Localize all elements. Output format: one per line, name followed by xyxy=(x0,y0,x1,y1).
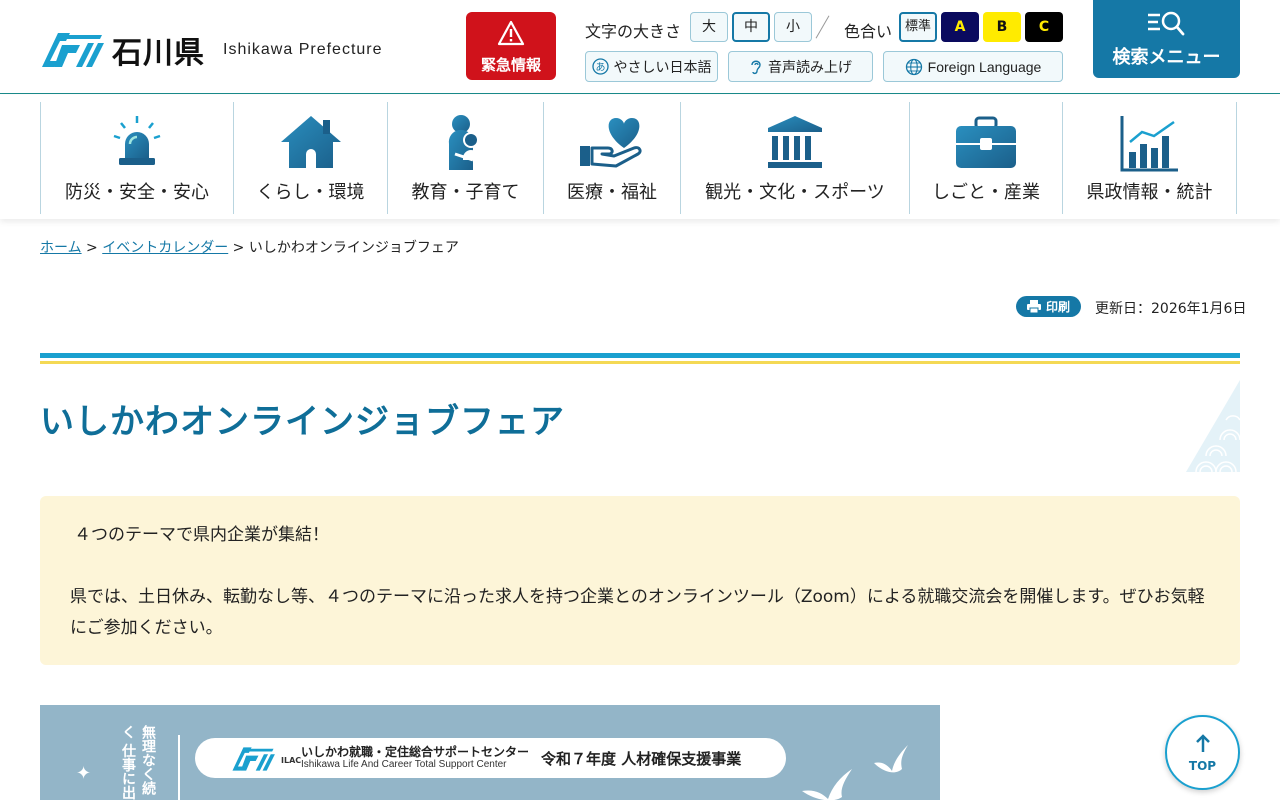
nav-item-living-environment[interactable]: くらし・環境 xyxy=(233,102,387,214)
globe-icon xyxy=(905,58,922,75)
global-nav: 防災・安全・安心 くらし・環境 教育・子育て 医療・福祉 観光・文化・スポーツ … xyxy=(0,95,1280,219)
nav-label: 医療・福祉 xyxy=(567,182,657,203)
ear-icon xyxy=(751,60,761,75)
divider xyxy=(815,15,830,39)
nav-item-education-childcare[interactable]: 教育・子育て xyxy=(387,102,543,214)
nav-label: 防災・安全・安心 xyxy=(65,182,209,203)
breadcrumb: ホーム > イベントカレンダー > いしかわオンラインジョブフェア xyxy=(40,237,459,257)
color-scheme-label: 色合い xyxy=(844,22,893,41)
intro-box: ４つのテーマで県内企業が集結！ 県では、土日休み、転勤なし等、４つのテーマに沿っ… xyxy=(40,496,1240,665)
breadcrumb-calendar-link[interactable]: イベントカレンダー xyxy=(102,240,228,256)
siren-icon xyxy=(113,116,161,165)
nav-item-work-industry[interactable]: しごと・産業 xyxy=(909,102,1062,214)
svg-text:あ: あ xyxy=(595,62,605,74)
nav-label: 観光・文化・スポーツ xyxy=(705,182,885,203)
page-title: いしかわオンラインジョブフェア xyxy=(40,402,565,442)
nav-label: しごと・産業 xyxy=(932,182,1040,203)
nav-label: くらし・環境 xyxy=(256,182,365,203)
sparkle-icon: ✦ xyxy=(76,763,92,784)
easy-japanese-label: やさしい日本語 xyxy=(613,59,712,76)
warning-icon xyxy=(497,20,525,46)
read-aloud-label: 音声読み上げ xyxy=(768,59,852,76)
support-center-name-en: Ishikawa Life And Career Total Support C… xyxy=(301,759,507,770)
breadcrumb-current: いしかわオンラインジョブフェア xyxy=(248,240,459,256)
prefecture-emblem-icon xyxy=(42,33,104,67)
logo-jp-text: 石川県 xyxy=(112,36,205,71)
text-size-large-button[interactable]: 大 xyxy=(690,12,728,42)
nav-label: 県政情報・統計 xyxy=(1086,182,1213,203)
nav-item-disaster-safety[interactable]: 防災・安全・安心 xyxy=(40,102,233,214)
heart-hand-icon xyxy=(580,118,642,168)
bird-icon xyxy=(874,745,908,773)
title-rule-blue xyxy=(40,353,1240,358)
read-aloud-button[interactable]: 音声読み上げ xyxy=(728,51,873,82)
print-button[interactable]: 印刷 xyxy=(1016,296,1081,317)
nav-label: 教育・子育て xyxy=(411,182,520,203)
banner-header-pill: ILAC いしかわ就職・定住総合サポートセンター Ishikawa Life A… xyxy=(195,738,786,778)
project-title: 令和７年度 人材確保支援事業 xyxy=(541,750,742,768)
wave-pattern-icon xyxy=(1186,380,1240,472)
text-size-label: 文字の大きさ xyxy=(585,22,682,41)
menu-search-icon xyxy=(1148,11,1185,36)
banner-side-text: 無理なく続く 仕事に出 xyxy=(120,725,156,800)
parent-child-icon xyxy=(448,115,479,170)
hiragana-a-icon: あ xyxy=(591,58,609,75)
easy-japanese-button[interactable]: あ やさしい日本語 xyxy=(585,51,718,82)
breadcrumb-separator: > xyxy=(228,240,249,256)
ilac-logo-text: ILAC xyxy=(281,756,302,765)
banner-divider xyxy=(178,735,180,800)
intro-headline: ４つのテーマで県内企業が集結！ xyxy=(74,525,329,545)
foreign-language-button[interactable]: Foreign Language xyxy=(883,51,1063,82)
bird-icon xyxy=(802,769,852,800)
nav-item-medical-welfare[interactable]: 医療・福祉 xyxy=(543,102,680,214)
nav-item-tourism-culture-sports[interactable]: 観光・文化・スポーツ xyxy=(680,102,909,214)
support-center-name: いしかわ就職・定住総合サポートセンター xyxy=(301,745,530,759)
emergency-info-button[interactable]: 緊急情報 xyxy=(466,12,556,80)
print-label: 印刷 xyxy=(1045,300,1070,314)
site-logo[interactable]: 石川県 Ishikawa Prefecture xyxy=(40,28,383,72)
updated-date: 更新日：2026年1月6日 xyxy=(1095,301,1247,317)
house-icon xyxy=(280,116,341,168)
foreign-language-label: Foreign Language xyxy=(927,58,1042,75)
search-menu-label: 検索メニュー xyxy=(1112,47,1221,68)
prefecture-emblem-icon xyxy=(232,747,275,771)
briefcase-icon xyxy=(956,116,1016,168)
museum-icon xyxy=(768,116,822,168)
site-header: 石川県 Ishikawa Prefecture 緊急情報 文字の大きさ 大 中 … xyxy=(0,0,1280,94)
color-standard-button[interactable]: 標準 xyxy=(899,12,937,42)
event-banner-image: 無理なく続く 仕事に出 ✦ ILAC いしかわ就職・定住総合サポートセンター I… xyxy=(40,705,940,800)
nav-item-prefecture-statistics[interactable]: 県政情報・統計 xyxy=(1062,102,1237,214)
color-b-button[interactable]: B xyxy=(983,12,1021,42)
text-size-small-button[interactable]: 小 xyxy=(774,12,812,42)
back-to-top-button[interactable]: TOP xyxy=(1165,715,1240,790)
printer-icon xyxy=(1026,300,1041,313)
search-menu-button[interactable]: 検索メニュー xyxy=(1093,0,1240,78)
bar-chart-icon xyxy=(1120,116,1178,172)
color-c-button[interactable]: C xyxy=(1025,12,1063,42)
logo-en-text: Ishikawa Prefecture xyxy=(223,41,383,58)
color-a-button[interactable]: A xyxy=(941,12,979,42)
intro-body: 県では、土日休み、転勤なし等、４つのテーマに沿った求人を持つ企業とのオンラインツ… xyxy=(70,587,1205,638)
text-size-medium-button[interactable]: 中 xyxy=(732,12,770,42)
arrow-up-icon xyxy=(1196,734,1210,752)
breadcrumb-home-link[interactable]: ホーム xyxy=(40,240,82,256)
breadcrumb-separator: > xyxy=(81,240,103,256)
emergency-label: 緊急情報 xyxy=(480,56,541,74)
title-rule-yellow xyxy=(40,361,1240,364)
top-label: TOP xyxy=(1188,759,1217,773)
